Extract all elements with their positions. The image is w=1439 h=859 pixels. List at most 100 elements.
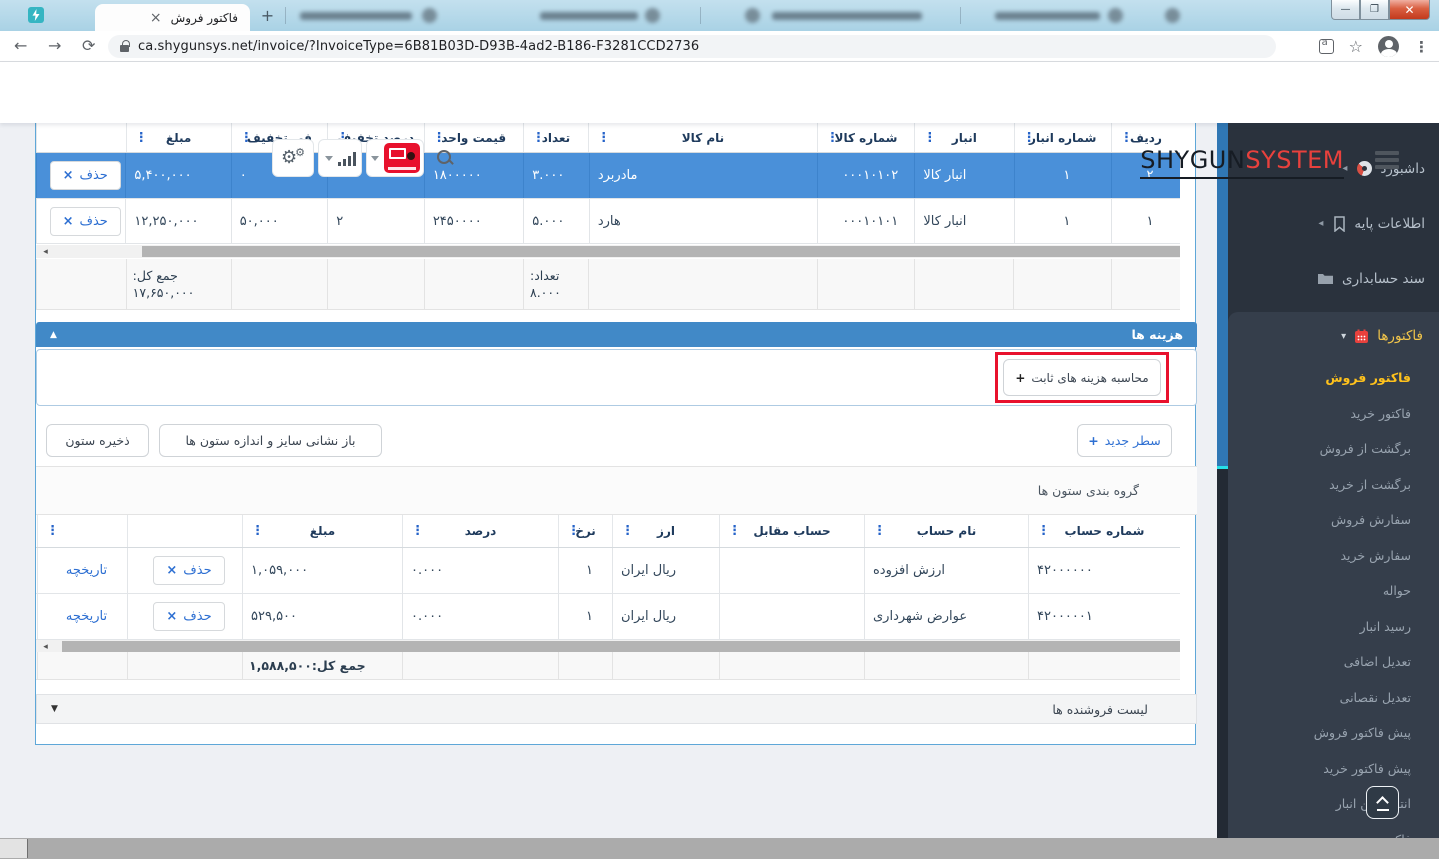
save-column-button[interactable]: ذخیره ستون [46, 424, 149, 457]
column-menu-icon[interactable]: ⋮ [251, 524, 264, 539]
chevron-up-icon [1376, 796, 1389, 809]
delete-row-button[interactable]: حذف × [153, 602, 224, 631]
search-icon[interactable] [437, 150, 453, 166]
history-link[interactable]: تاریخچه [66, 609, 107, 624]
delete-row-button[interactable]: حذف × [50, 161, 121, 190]
column-menu-icon[interactable]: ⋮ [597, 130, 610, 145]
col-header-account-no[interactable]: ⋮شماره حساب [1028, 515, 1180, 547]
reset-columns-button[interactable]: باز نشانی سایز و اندازه ستون ها [159, 424, 382, 457]
group-columns-panel[interactable]: گروه بندی ستون ها [36, 466, 1197, 515]
calendar-icon [1354, 329, 1369, 344]
column-menu-icon[interactable]: ⋮ [826, 130, 839, 145]
active-browser-tab[interactable]: فاکتور فروش × [95, 4, 250, 31]
menu-toggle-icon[interactable] [1375, 151, 1399, 172]
sidebar-item-purchase-proforma[interactable]: پیش فاکتور خرید [1228, 751, 1439, 787]
scroll-left-arrow-icon[interactable]: ◂ [38, 245, 53, 258]
delete-row-button[interactable]: حذف × [153, 556, 224, 585]
col-header-item-name[interactable]: ⋮نام کالا [588, 123, 817, 152]
sidebar-item-surplus-adjustment[interactable]: تعدیل اضافی [1228, 644, 1439, 680]
column-menu-icon[interactable]: ⋮ [1023, 130, 1036, 145]
column-menu-icon[interactable]: ⋮ [567, 524, 580, 539]
calc-fixed-expenses-button[interactable]: محاسبه هزینه های ثابت + [1003, 359, 1161, 396]
minimize-button[interactable]: — [1331, 0, 1360, 20]
sidebar-item-purchase-invoice[interactable]: فاکتور خرید [1228, 396, 1439, 432]
bookmark-star-icon[interactable]: ☆ [1349, 37, 1363, 56]
column-menu-icon[interactable]: ⋮ [46, 524, 59, 539]
history-link[interactable]: تاریخچه [66, 563, 107, 578]
page-horizontal-scrollbar[interactable] [0, 838, 1439, 859]
column-menu-icon[interactable]: ⋮ [923, 130, 936, 145]
table-row[interactable]: ۴۲۰۰۰۰۰۰ ارزش افزوده ریال ایران ۱ ۰.۰۰۰ … [36, 548, 1180, 594]
sidebar-item-invoices[interactable]: فاکتورها ▾ [1228, 312, 1439, 360]
column-menu-icon[interactable]: ⋮ [433, 130, 446, 145]
sidebar-item-accounting-doc[interactable]: سند حسابداری [1228, 251, 1439, 306]
pinned-tab-favicon[interactable] [28, 7, 44, 23]
column-menu-icon[interactable]: ⋮ [532, 130, 545, 145]
collapse-up-icon[interactable]: ▲ [50, 330, 57, 340]
column-menu-icon[interactable]: ⋮ [1037, 524, 1050, 539]
page-vertical-scrollbar[interactable] [1217, 123, 1228, 859]
expand-down-icon[interactable]: ▼ [51, 704, 58, 714]
col-header-unit-price[interactable]: ⋮قیمت واحد [424, 123, 523, 152]
column-menu-icon[interactable]: ⋮ [411, 524, 424, 539]
column-menu-icon[interactable]: ⋮ [240, 130, 253, 145]
col-header-item-no[interactable]: ⋮شماره کالا [817, 123, 914, 152]
forward-button[interactable]: → [48, 35, 61, 57]
sidebar-item-purchase-return[interactable]: برگشت از خرید [1228, 467, 1439, 503]
col-header-counter-account[interactable]: ⋮حساب مقابل [719, 515, 864, 547]
sidebar-item-warehouse-receipt[interactable]: رسید انبار [1228, 609, 1439, 645]
items-table-hscrollbar[interactable]: ◂ [36, 245, 1180, 258]
col-header-currency[interactable]: ⋮ارز [612, 515, 719, 547]
sidebar-item-sales-order[interactable]: سفارش فروش [1228, 502, 1439, 538]
restore-button[interactable]: ❐ [1360, 0, 1389, 20]
column-menu-icon[interactable]: ⋮ [621, 524, 634, 539]
scroll-to-top-button[interactable] [1366, 786, 1399, 819]
lock-icon[interactable] [120, 45, 129, 52]
scrollbar-thumb[interactable] [0, 839, 28, 858]
table-row[interactable]: ۲ ۱ انبار کالا ۰۰۰۱۰۱۰۲ مادربرد ۳.۰۰۰ ۱۸… [36, 153, 1180, 199]
sidebar-item-sales-invoice[interactable]: فاکتور فروش [1228, 360, 1439, 396]
column-menu-icon[interactable]: ⋮ [1120, 130, 1133, 145]
tab-title: فاکتور فروش [171, 11, 238, 25]
delete-row-button[interactable]: حذف × [50, 207, 121, 236]
profile-avatar[interactable] [1378, 36, 1399, 57]
col-header-rate[interactable]: ⋮نرخ [558, 515, 612, 547]
col-header-warehouse-no[interactable]: ⋮شماره انبار [1014, 123, 1111, 152]
tab-close-icon[interactable]: × [150, 11, 162, 25]
url-input[interactable]: ca.shygunsys.net/invoice/?InvoiceType=6B… [108, 35, 1276, 58]
column-menu-icon[interactable]: ⋮ [873, 524, 886, 539]
col-header-delete [36, 123, 126, 152]
request-demo-dropdown[interactable] [366, 139, 424, 177]
reports-dropdown[interactable] [318, 139, 362, 177]
new-row-button[interactable]: سطر جدید + [1077, 424, 1172, 457]
table-row[interactable]: ۱ ۱ انبار کالا ۰۰۰۱۰۱۰۱ هارد ۵.۰۰۰ ۲۴۵۰۰… [36, 199, 1180, 244]
sidebar-item-sales-proforma[interactable]: پیش فاکتور فروش [1228, 715, 1439, 751]
reload-button[interactable]: ⟳ [82, 35, 95, 57]
col-header-warehouse[interactable]: ⋮انبار [914, 123, 1013, 152]
table-row[interactable]: ۴۲۰۰۰۰۰۱ عوارض شهرداری ریال ایران ۱ ۰.۰۰… [36, 594, 1180, 640]
translate-icon[interactable] [1319, 39, 1334, 54]
qty-total: تعداد: ۸.۰۰۰ [523, 259, 588, 309]
col-header-qty[interactable]: ⋮تعداد [523, 123, 588, 152]
sidebar-item-warehouse-transfer[interactable]: انتقال بین انبار [1228, 786, 1439, 822]
sidebar-item-deficit-adjustment[interactable]: تعدیل نقصانی [1228, 680, 1439, 716]
sidebar-item-purchase-order[interactable]: سفارش خرید [1228, 538, 1439, 574]
col-header-amount[interactable]: ⋮مبلغ [126, 123, 231, 152]
new-tab-button[interactable]: + [259, 7, 276, 24]
scrollbar-thumb[interactable] [142, 246, 1180, 257]
col-header-amount[interactable]: ⋮مبلغ [242, 515, 402, 547]
close-button[interactable]: ✕ [1389, 0, 1430, 20]
sidebar-item-base-info[interactable]: اطلاعات پایه ◂ [1228, 196, 1439, 251]
column-menu-icon[interactable]: ⋮ [135, 130, 148, 145]
sidebar-item-remittance[interactable]: حواله [1228, 573, 1439, 609]
back-button[interactable]: ← [14, 35, 27, 57]
col-header-account-name[interactable]: ⋮نام حساب [864, 515, 1028, 547]
browser-menu-icon[interactable]: ⋮ [1414, 38, 1429, 56]
settings-button[interactable]: ⚙ ⚙ [272, 139, 314, 177]
vendors-section-header[interactable]: لیست فروشنده ها ▼ [36, 694, 1197, 724]
col-header-percent[interactable]: ⋮درصد [402, 515, 558, 547]
scrollbar-thumb[interactable] [62, 641, 1180, 652]
column-menu-icon[interactable]: ⋮ [728, 524, 741, 539]
sidebar-item-sales-return[interactable]: برگشت از فروش [1228, 431, 1439, 467]
expenses-section-header[interactable]: هزینه ها ▲ [36, 322, 1197, 347]
